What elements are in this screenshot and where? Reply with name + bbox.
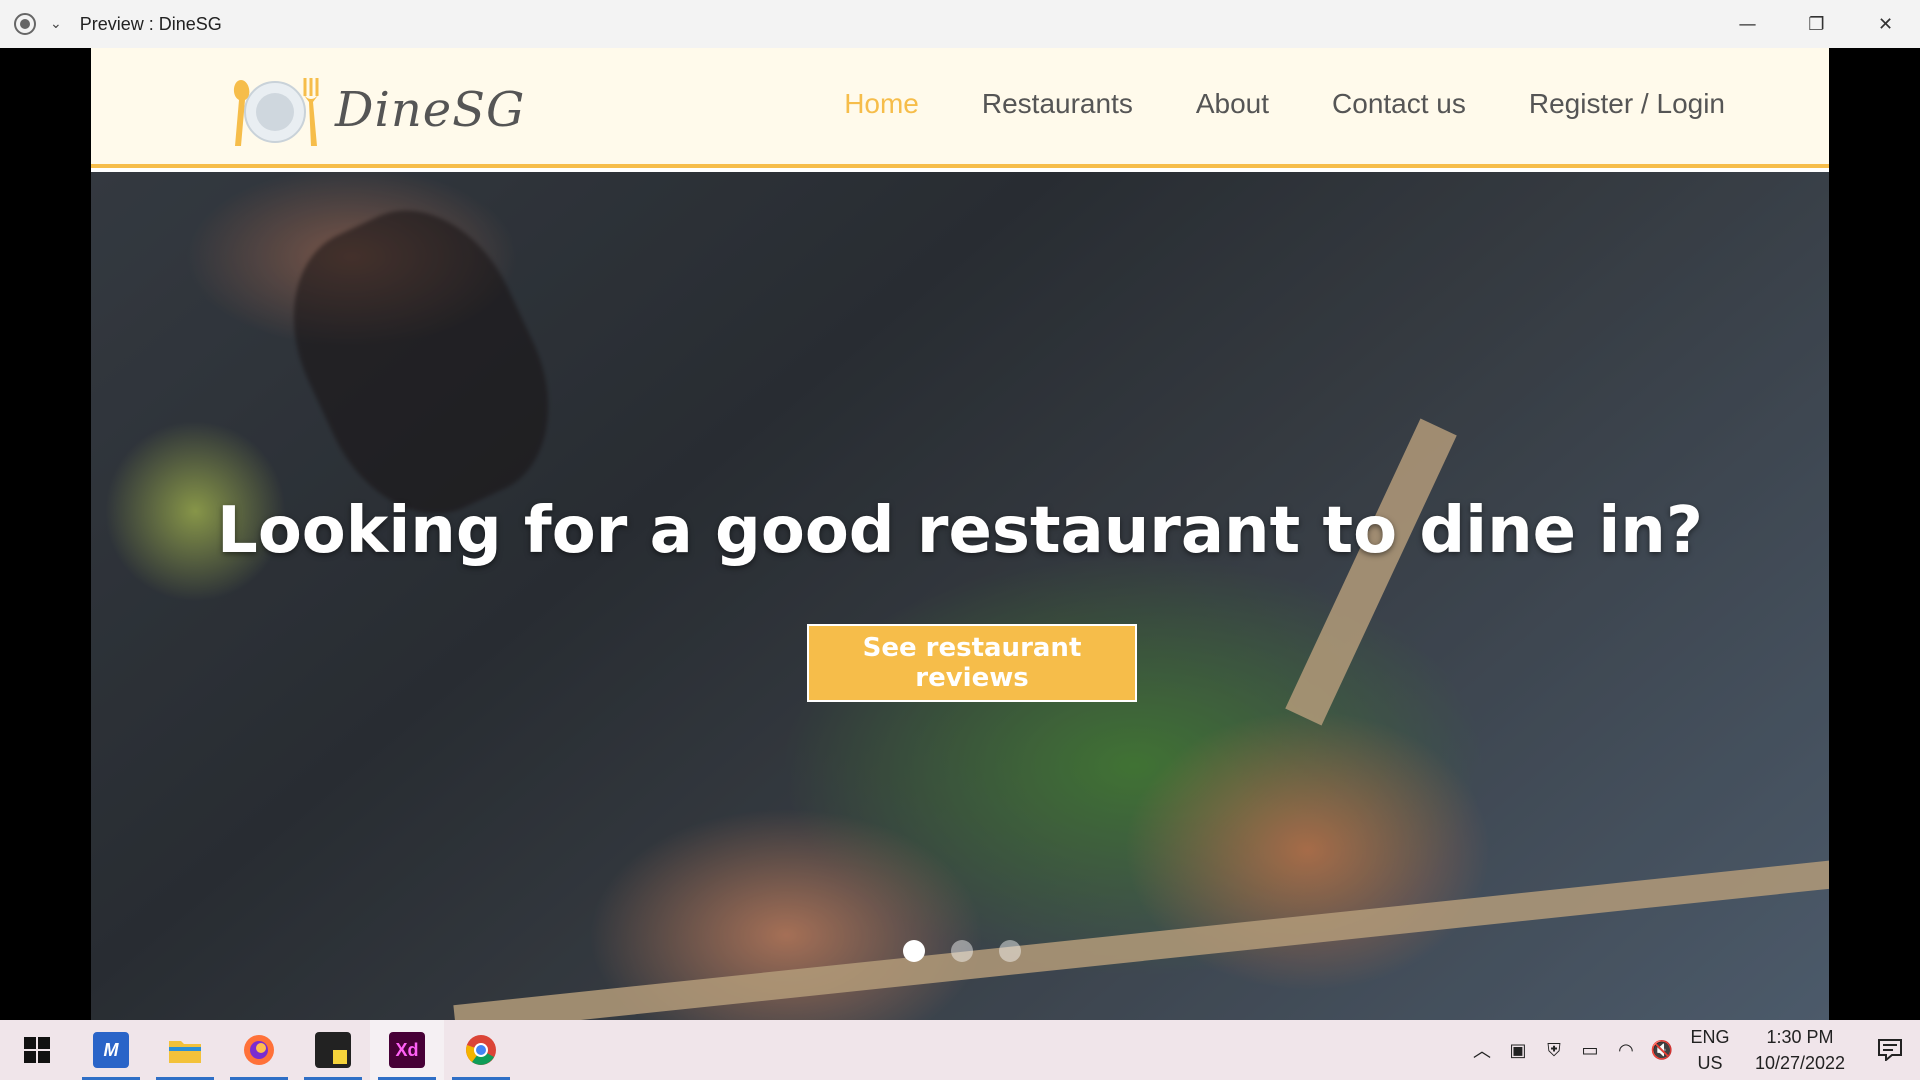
- site-preview: DineSG Home Restaurants About Contact us…: [91, 48, 1829, 1020]
- ide-icon: M: [93, 1032, 129, 1068]
- sticky-notes-icon: [315, 1032, 351, 1068]
- restore-button[interactable]: ❐: [1782, 0, 1851, 48]
- see-reviews-button[interactable]: See restaurant reviews: [807, 624, 1137, 702]
- windows-icon: [24, 1037, 50, 1063]
- close-button[interactable]: ✕: [1851, 0, 1920, 48]
- battery-icon[interactable]: ▭: [1572, 1020, 1608, 1080]
- clock[interactable]: 1:30 PM 10/27/2022: [1740, 1024, 1860, 1076]
- nav-home[interactable]: Home: [844, 88, 919, 120]
- carousel-dot-3[interactable]: [999, 940, 1021, 962]
- start-button[interactable]: [0, 1020, 74, 1080]
- taskbar-app-adobe-xd[interactable]: Xd: [370, 1020, 444, 1080]
- adobe-xd-icon: Xd: [389, 1032, 425, 1068]
- carousel-indicators: [903, 940, 1021, 962]
- minimize-button[interactable]: —: [1713, 0, 1782, 48]
- carousel-dot-2[interactable]: [951, 940, 973, 962]
- firefox-icon: [244, 1035, 274, 1065]
- chevron-down-icon[interactable]: ⌄: [50, 16, 62, 32]
- display-settings-icon[interactable]: ▣: [1500, 1020, 1536, 1080]
- clock-date: 10/27/2022: [1754, 1053, 1846, 1073]
- folder-icon: [169, 1041, 201, 1063]
- taskbar-app-firefox[interactable]: [222, 1020, 296, 1080]
- input-language[interactable]: ENG US: [1680, 1024, 1740, 1076]
- chrome-icon: [466, 1035, 496, 1065]
- site-navbar: DineSG Home Restaurants About Contact us…: [91, 48, 1829, 168]
- nav-about[interactable]: About: [1196, 88, 1269, 120]
- shield-icon[interactable]: ⛨: [1536, 1020, 1572, 1080]
- hero-title: Looking for a good restaurant to dine in…: [217, 494, 1703, 568]
- window-titlebar: ⌄ Preview : DineSG — ❐ ✕: [0, 0, 1920, 48]
- taskbar-app-chrome[interactable]: [444, 1020, 518, 1080]
- plate-cutlery-icon: [233, 78, 319, 146]
- site-logo[interactable]: DineSG: [227, 70, 547, 150]
- taskbar-app-ide[interactable]: M: [74, 1020, 148, 1080]
- window-title: Preview : DineSG: [79, 13, 222, 34]
- nav-restaurants[interactable]: Restaurants: [982, 88, 1133, 120]
- main-nav: Home Restaurants About Contact us Regist…: [844, 88, 1725, 120]
- hero-overlay: [91, 172, 1829, 1020]
- system-tray: ︿ ▣ ⛨ ▭ ◠ 🔇 ENG US 1:30 PM 10/27/2022: [1464, 1020, 1920, 1080]
- carousel-dot-1[interactable]: [903, 940, 925, 962]
- taskbar: M Xd ︿ ▣ ⛨ ▭ ◠ 🔇 ENG US 1:30 PM 10/27/20…: [0, 1020, 1920, 1080]
- clock-time: 1:30 PM: [1766, 1027, 1834, 1047]
- hero-banner: Looking for a good restaurant to dine in…: [91, 172, 1829, 1020]
- record-icon[interactable]: [14, 13, 36, 35]
- speaker-muted-icon[interactable]: 🔇: [1644, 1020, 1680, 1080]
- region-label: US: [1697, 1053, 1723, 1073]
- nav-register-login[interactable]: Register / Login: [1529, 88, 1725, 120]
- notification-icon: [1878, 1039, 1902, 1061]
- nav-contact-us[interactable]: Contact us: [1332, 88, 1466, 120]
- window-controls: — ❐ ✕: [1713, 0, 1920, 48]
- notifications-button[interactable]: [1860, 1020, 1920, 1080]
- logo-text: DineSG: [335, 82, 526, 138]
- taskbar-app-sticky-notes[interactable]: [296, 1020, 370, 1080]
- wifi-icon[interactable]: ◠: [1608, 1020, 1644, 1080]
- taskbar-app-file-explorer[interactable]: [148, 1020, 222, 1080]
- language-label: ENG: [1690, 1027, 1730, 1047]
- chevron-up-icon[interactable]: ︿: [1464, 1020, 1500, 1080]
